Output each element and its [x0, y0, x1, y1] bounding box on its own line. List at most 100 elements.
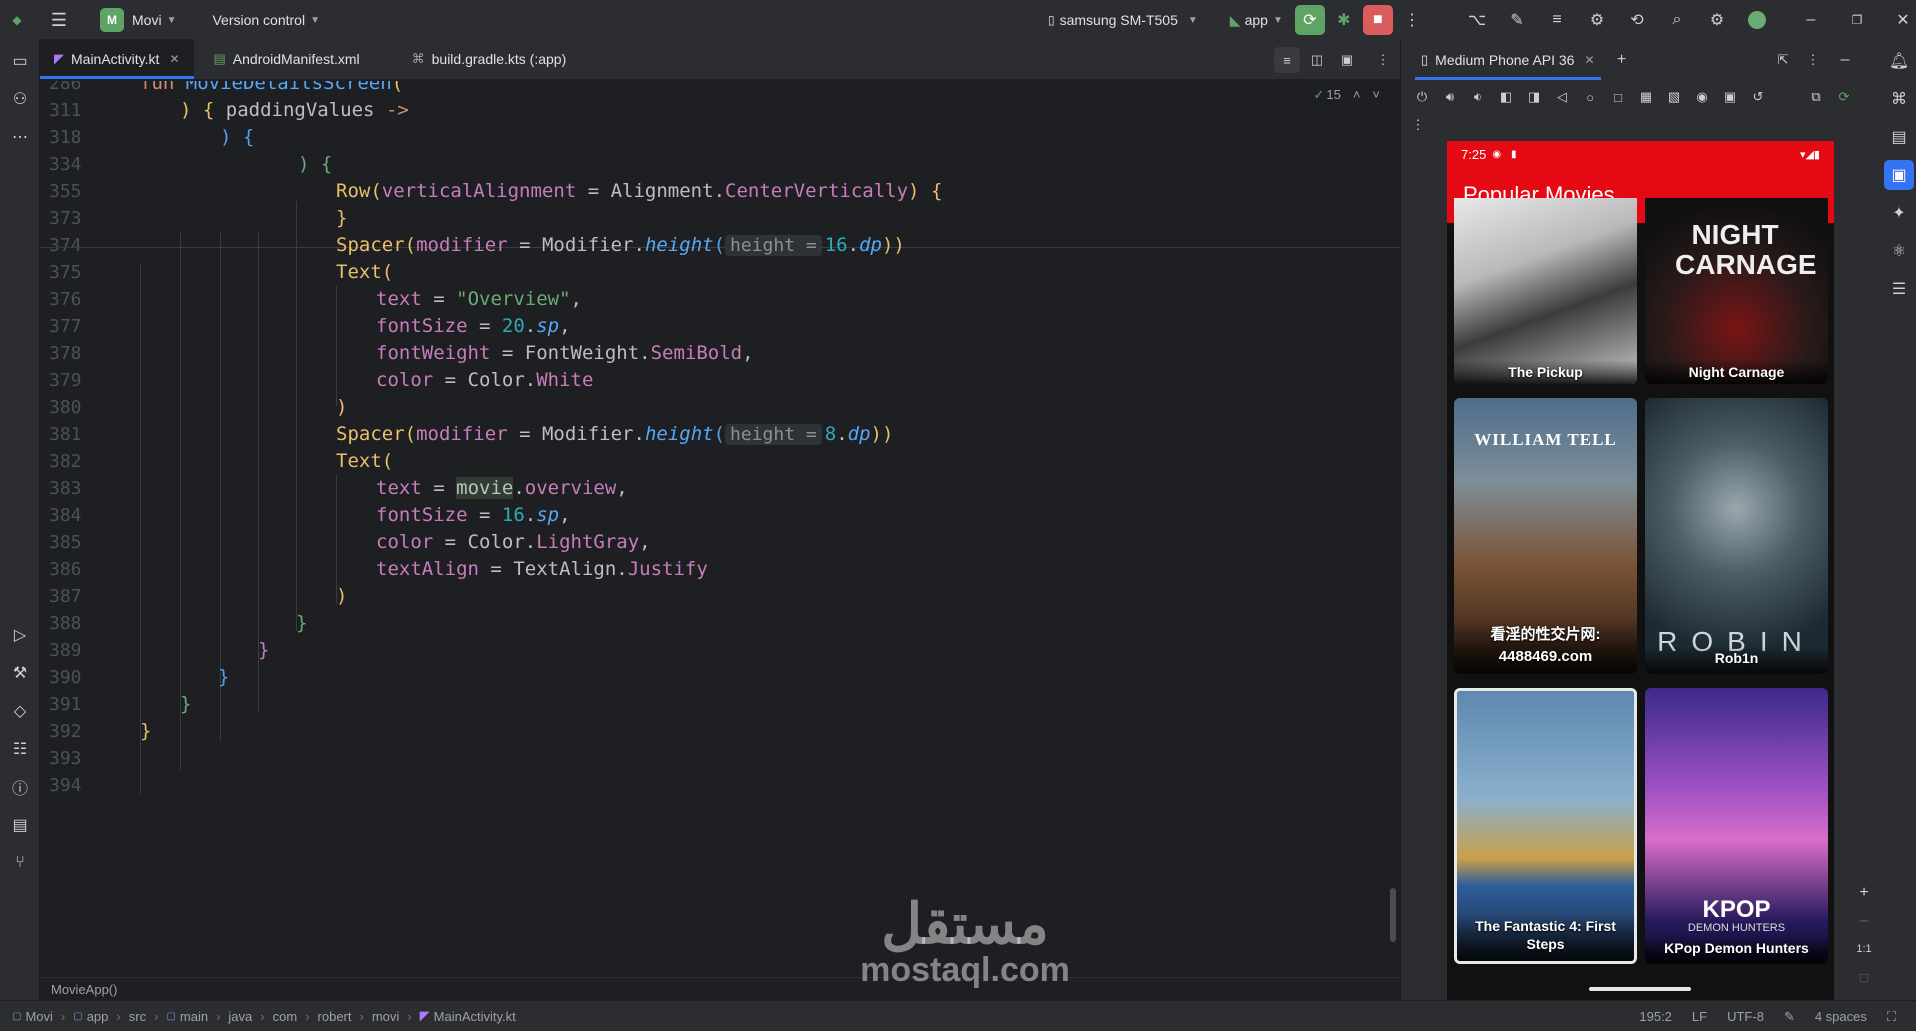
rotate-left-icon[interactable]: ◧ — [1495, 86, 1517, 108]
folder-icon[interactable]: ▭ — [5, 46, 35, 76]
gemini-icon[interactable]: ✦ — [1884, 198, 1914, 228]
device-selector[interactable]: ▯ samsung SM-T505 ▼ — [1040, 0, 1206, 40]
structure-icon[interactable]: ☰ — [1884, 274, 1914, 304]
breadcrumb-item[interactable]: movi — [372, 1009, 399, 1024]
pin-icon[interactable]: ✎ — [1784, 1009, 1795, 1025]
screenshot-icon[interactable]: ◉ — [1691, 86, 1713, 108]
tab-manifest[interactable]: ▤ AndroidManifest.xml — [200, 39, 374, 79]
overview-icon[interactable]: □ — [1607, 86, 1629, 108]
gradle-icon[interactable]: ⌘ — [1884, 84, 1914, 114]
project-selector[interactable]: M Movi ▼ — [92, 0, 184, 40]
mirror-icon[interactable]: ▧ — [1663, 86, 1685, 108]
movie-card[interactable]: KPOP DEMON HUNTERS KPop Demon Hunters — [1645, 688, 1828, 964]
close-icon[interactable]: ✕ — [169, 52, 179, 66]
debug-icon[interactable]: ✱ — [1329, 5, 1359, 35]
run-icon[interactable]: ▷ — [5, 620, 35, 650]
chevron-up-icon[interactable]: ˄ — [1353, 87, 1361, 103]
close-icon[interactable]: ✕ — [1888, 5, 1916, 35]
zoom-actual-size[interactable]: 1:1 — [1853, 938, 1875, 960]
breadcrumb-item[interactable]: Movi — [25, 1009, 52, 1024]
rotate-right-icon[interactable]: ◨ — [1523, 86, 1545, 108]
record-icon[interactable]: ▣ — [1719, 86, 1741, 108]
vertical-scrollbar[interactable] — [1390, 888, 1396, 942]
tab-options-icon[interactable]: ⋮ — [1370, 47, 1396, 73]
stop-icon[interactable]: ■ — [1362, 5, 1393, 35]
main-menu-icon[interactable]: ☰ — [44, 5, 74, 35]
more-controls-icon[interactable]: ⋮ — [1407, 114, 1429, 136]
breadcrumb-item[interactable]: java — [228, 1009, 252, 1024]
breadcrumb-item[interactable]: com — [273, 1009, 298, 1024]
problems-icon[interactable]: ⓘ — [5, 772, 35, 802]
add-device-icon[interactable]: + — [1607, 45, 1637, 75]
sdk-manager-icon[interactable]: ≡ — [1542, 5, 1572, 35]
git-icon[interactable]: ⑂ — [5, 848, 35, 878]
movie-card[interactable]: ROBIN Rob1n — [1645, 398, 1828, 674]
caret-position[interactable]: 195:2 — [1639, 1009, 1672, 1024]
breadcrumb-item[interactable]: MainActivity.kt — [434, 1009, 516, 1024]
build-icon[interactable]: ⚒ — [5, 658, 35, 688]
split-view-icon[interactable]: ◫ — [1304, 47, 1330, 73]
line-separator[interactable]: LF — [1692, 1009, 1707, 1024]
minimize-icon[interactable]: – — [1796, 5, 1826, 35]
home-icon[interactable]: ○ — [1579, 86, 1601, 108]
device-screen[interactable]: 7:25 ◉ ▮ ▾◢▮ Popular Movies The Pickup N… — [1447, 141, 1834, 1003]
zoom-fit-icon[interactable]: ▢ — [1853, 966, 1875, 988]
run-config-selector[interactable]: ◣ app ▼ — [1222, 0, 1291, 40]
device-file-icon[interactable]: ▤ — [1884, 122, 1914, 152]
editor-breadcrumb[interactable]: MovieApp() — [40, 977, 1400, 1000]
gradle-sync-icon[interactable]: ⌥ — [1462, 5, 1492, 35]
tab-main-activity[interactable]: ◤ MainActivity.kt ✕ — [40, 39, 194, 79]
sync-icon[interactable]: ⟳ — [1833, 86, 1855, 108]
search-icon[interactable]: ⌕ — [1662, 5, 1692, 35]
gem-icon[interactable]: ◇ — [5, 696, 35, 726]
breadcrumb-item[interactable]: app — [87, 1009, 109, 1024]
running-devices-icon[interactable]: ▣ — [1884, 160, 1914, 190]
device-manager-icon[interactable]: ⚙ — [1582, 5, 1612, 35]
chevron-down-icon[interactable]: ˅ — [1372, 87, 1380, 103]
inspection-widget[interactable]: ✓ 15 ˄ ˅ — [1313, 87, 1380, 103]
more-actions-icon[interactable]: ⋮ — [1397, 5, 1427, 35]
restore-icon[interactable]: ❐ — [1842, 5, 1872, 35]
back-icon[interactable]: ◁ — [1551, 86, 1573, 108]
lock-icon[interactable]: ⛶ — [1887, 1009, 1896, 1025]
ai-assistant-icon[interactable]: ✎ — [1502, 5, 1532, 35]
breadcrumb-item[interactable]: robert — [318, 1009, 352, 1024]
volume-up-icon[interactable]: 🔊︎ — [1439, 86, 1461, 108]
tab-emulator[interactable]: ▯ Medium Phone API 36 ✕ — [1415, 40, 1601, 80]
movie-card[interactable]: WILLIAM TELL 看淫的性交片网: 4488469.com — [1454, 398, 1637, 674]
movie-card[interactable]: The Pickup — [1454, 198, 1637, 384]
movie-card[interactable]: NIGHT CARNAGE Night Carnage — [1645, 198, 1828, 384]
layout-inspector-icon[interactable]: ⟲ — [1622, 5, 1652, 35]
indent-setting[interactable]: 4 spaces — [1815, 1009, 1867, 1024]
terminal-icon[interactable]: ▤ — [5, 810, 35, 840]
zoom-out-icon[interactable]: – — [1853, 910, 1875, 932]
code-view-icon[interactable]: ≡ — [1274, 47, 1300, 73]
close-icon[interactable]: ✕ — [1584, 53, 1594, 67]
fold-icon[interactable]: ▦ — [1635, 86, 1657, 108]
rerun-icon[interactable]: ⟳ — [1294, 5, 1325, 35]
notifications-icon[interactable]: 🔔︎ — [1884, 46, 1914, 76]
extended-controls-icon[interactable]: ⧉ — [1805, 86, 1827, 108]
snapshot-icon[interactable]: ↺ — [1747, 86, 1769, 108]
file-encoding[interactable]: UTF-8 — [1727, 1009, 1764, 1024]
more-tools-icon[interactable]: ⋯ — [5, 122, 35, 152]
movie-card[interactable]: The Fantastic 4: First Steps — [1454, 688, 1637, 964]
power-icon[interactable]: ⏻ — [1411, 86, 1433, 108]
code-editor[interactable]: 286 311 318 334 355 373 374 375 376 377 378 379 380 3… — [40, 81, 1400, 977]
panel-options-icon[interactable]: ⋮ — [1798, 45, 1828, 75]
open-external-icon[interactable]: ⇱ — [1768, 45, 1798, 75]
zoom-in-icon[interactable]: + — [1853, 882, 1875, 904]
avatar[interactable] — [1742, 5, 1772, 35]
app-inspection-icon[interactable]: ⚛ — [1884, 236, 1914, 266]
hide-panel-icon[interactable]: – — [1830, 45, 1860, 75]
volume-down-icon[interactable]: 🔉︎ — [1467, 86, 1489, 108]
gear-icon[interactable]: ⚙ — [1702, 5, 1732, 35]
tab-build-gradle[interactable]: ⌘ build.gradle.kts (:app) — [398, 39, 581, 79]
logcat-icon[interactable]: ☷ — [5, 734, 35, 764]
gesture-nav-pill[interactable] — [1589, 987, 1691, 991]
breadcrumb-item[interactable]: src — [129, 1009, 146, 1024]
breadcrumb-item[interactable]: main — [180, 1009, 208, 1024]
vcs-selector[interactable]: Version control ▼ — [204, 0, 328, 40]
design-view-icon[interactable]: ▣ — [1334, 47, 1360, 73]
resource-manager-icon[interactable]: ⚇ — [5, 84, 35, 114]
